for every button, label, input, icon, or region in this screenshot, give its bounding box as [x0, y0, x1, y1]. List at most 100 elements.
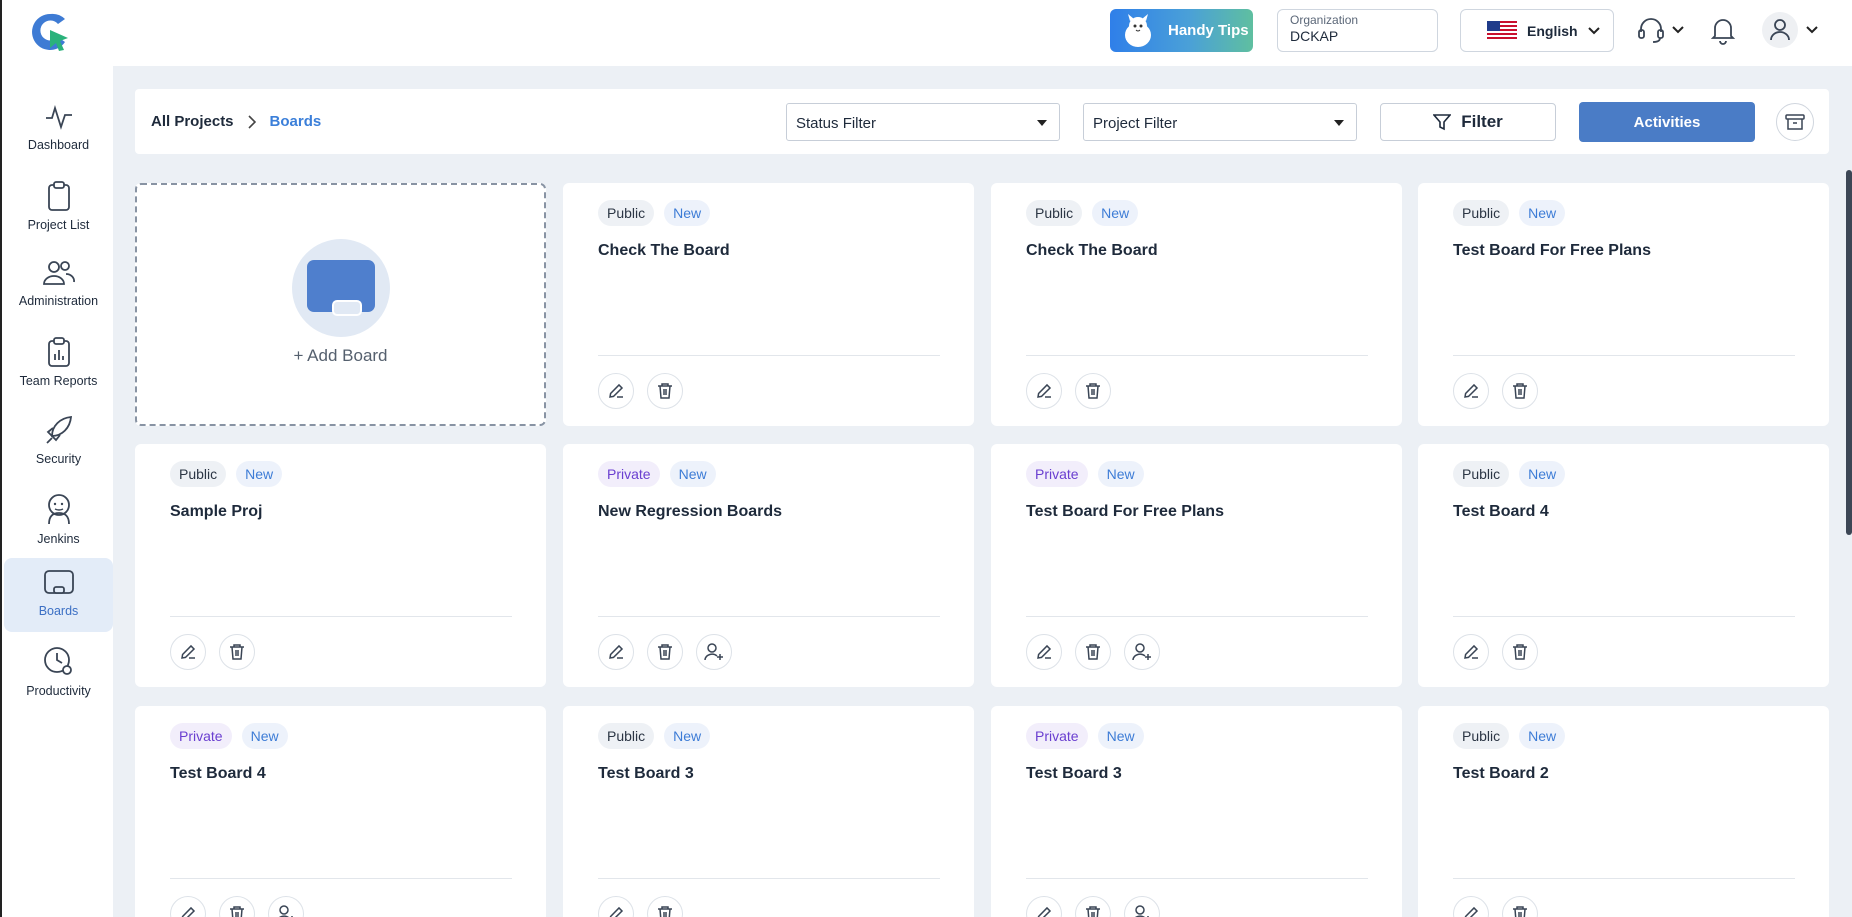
delete-board-button[interactable] [1502, 373, 1538, 409]
board-card[interactable]: Public New Test Board For Free Plans [1418, 183, 1829, 426]
visibility-badge: Public [1453, 461, 1510, 487]
board-title[interactable]: Test Board 2 [1453, 765, 1549, 783]
board-title[interactable]: Test Board For Free Plans [1026, 503, 1224, 521]
board-title[interactable]: Test Board 4 [170, 765, 266, 783]
filter-button[interactable]: Filter [1380, 103, 1556, 141]
board-card[interactable]: Public New Test Board 2 [1418, 706, 1829, 917]
board-card[interactable]: Public New Sample Proj [135, 444, 546, 687]
board-title[interactable]: Test Board 4 [1453, 503, 1549, 521]
edit-board-button[interactable] [1453, 373, 1489, 409]
project-filter-select[interactable]: Project Filter [1083, 103, 1357, 141]
add-member-button[interactable] [696, 634, 732, 670]
divider [1453, 616, 1795, 617]
top-header: Handy Tips Organization DCKAP English [0, 0, 1852, 66]
chevron-right-icon [247, 114, 256, 129]
handy-tips-button[interactable]: Handy Tips [1110, 9, 1253, 52]
add-member-button[interactable] [268, 896, 304, 917]
edit-board-button[interactable] [1026, 373, 1062, 409]
sidebar-item-jenkins[interactable]: Jenkins [4, 482, 113, 556]
divider [1026, 878, 1368, 879]
edit-board-button[interactable] [1453, 634, 1489, 670]
divider [170, 616, 512, 617]
status-filter-label: Status Filter [796, 115, 877, 132]
edit-board-button[interactable] [170, 634, 206, 670]
scrollbar[interactable] [1846, 170, 1852, 535]
sidebar-item-administration[interactable]: Administration [4, 248, 113, 322]
trash-icon [230, 644, 244, 660]
board-card[interactable]: Private New Test Board 4 [135, 706, 546, 917]
trash-icon [658, 906, 672, 917]
board-title[interactable]: Sample Proj [170, 503, 262, 521]
edit-icon [1464, 906, 1479, 917]
board-card[interactable]: Private New Test Board For Free Plans [991, 444, 1402, 687]
sidebar-item-productivity[interactable]: Productivity [4, 636, 113, 710]
delete-board-button[interactable] [219, 896, 255, 917]
board-actions [1026, 373, 1124, 409]
clipboard-icon [47, 181, 70, 211]
board-title[interactable]: Test Board 3 [598, 765, 694, 783]
sidebar-item-boards[interactable]: Boards [4, 558, 113, 632]
add-board-card[interactable]: + Add Board [135, 183, 546, 426]
delete-board-button[interactable] [647, 896, 683, 917]
delete-board-button[interactable] [219, 634, 255, 670]
edit-board-button[interactable] [598, 373, 634, 409]
edit-board-button[interactable] [1026, 896, 1062, 917]
sidebar-item-project-list[interactable]: Project List [4, 170, 113, 244]
notifications-button[interactable] [1709, 14, 1737, 46]
app-logo-icon[interactable] [28, 10, 72, 54]
archive-button[interactable] [1776, 103, 1814, 141]
board-card[interactable]: Public New Test Board 4 [1418, 444, 1829, 687]
activities-button[interactable]: Activities [1579, 102, 1755, 142]
board-actions [598, 634, 745, 670]
board-title[interactable]: Test Board For Free Plans [1453, 242, 1651, 260]
trash-icon [1086, 906, 1100, 917]
board-card[interactable]: Private New Test Board 3 [991, 706, 1402, 917]
sidebar-item-dashboard[interactable]: Dashboard [4, 92, 113, 166]
board-card[interactable]: Public New Test Board 3 [563, 706, 974, 917]
board-title[interactable]: New Regression Boards [598, 503, 782, 521]
sidebar-item-label: Boards [38, 604, 79, 618]
organization-selector[interactable]: Organization DCKAP [1277, 9, 1438, 52]
delete-board-button[interactable] [1075, 634, 1111, 670]
add-member-button[interactable] [1124, 634, 1160, 670]
divider [1453, 878, 1795, 879]
chevron-down-icon [1672, 26, 1684, 34]
add-member-button[interactable] [1124, 896, 1160, 917]
delete-board-button[interactable] [647, 634, 683, 670]
board-title[interactable]: Check The Board [598, 242, 730, 260]
edit-board-button[interactable] [170, 896, 206, 917]
board-title[interactable]: Check The Board [1026, 242, 1158, 260]
board-card[interactable]: Private New New Regression Boards [563, 444, 974, 687]
language-selector[interactable]: English [1460, 9, 1614, 52]
status-badge: New [664, 723, 711, 749]
users-icon [42, 261, 75, 285]
delete-board-button[interactable] [1075, 373, 1111, 409]
edit-board-button[interactable] [598, 634, 634, 670]
sidebar-item-security[interactable]: Security [4, 404, 113, 478]
delete-board-button[interactable] [1502, 634, 1538, 670]
delete-board-button[interactable] [1502, 896, 1538, 917]
breadcrumb-all-projects[interactable]: All Projects [151, 113, 234, 130]
status-badge: New [669, 461, 716, 487]
caret-down-icon [1037, 120, 1047, 126]
divider [170, 878, 512, 879]
board-actions [1453, 896, 1551, 917]
status-filter-select[interactable]: Status Filter [786, 103, 1060, 141]
edit-board-button[interactable] [1453, 896, 1489, 917]
chevron-down-icon [1806, 26, 1818, 34]
user-menu[interactable] [1762, 12, 1818, 48]
visibility-badge: Public [1453, 723, 1510, 749]
support-menu[interactable] [1636, 14, 1684, 46]
edit-board-button[interactable] [1026, 634, 1062, 670]
badge-group: Private New [598, 461, 726, 487]
delete-board-button[interactable] [647, 373, 683, 409]
edit-board-button[interactable] [598, 896, 634, 917]
sidebar-item-team-reports[interactable]: Team Reports [4, 326, 113, 400]
board-title[interactable]: Test Board 3 [1026, 765, 1122, 783]
board-actions [1453, 634, 1551, 670]
board-card[interactable]: Public New Check The Board [991, 183, 1402, 426]
board-card[interactable]: Public New Check The Board [563, 183, 974, 426]
edit-icon [1464, 383, 1479, 398]
delete-board-button[interactable] [1075, 896, 1111, 917]
edit-icon [181, 906, 196, 917]
